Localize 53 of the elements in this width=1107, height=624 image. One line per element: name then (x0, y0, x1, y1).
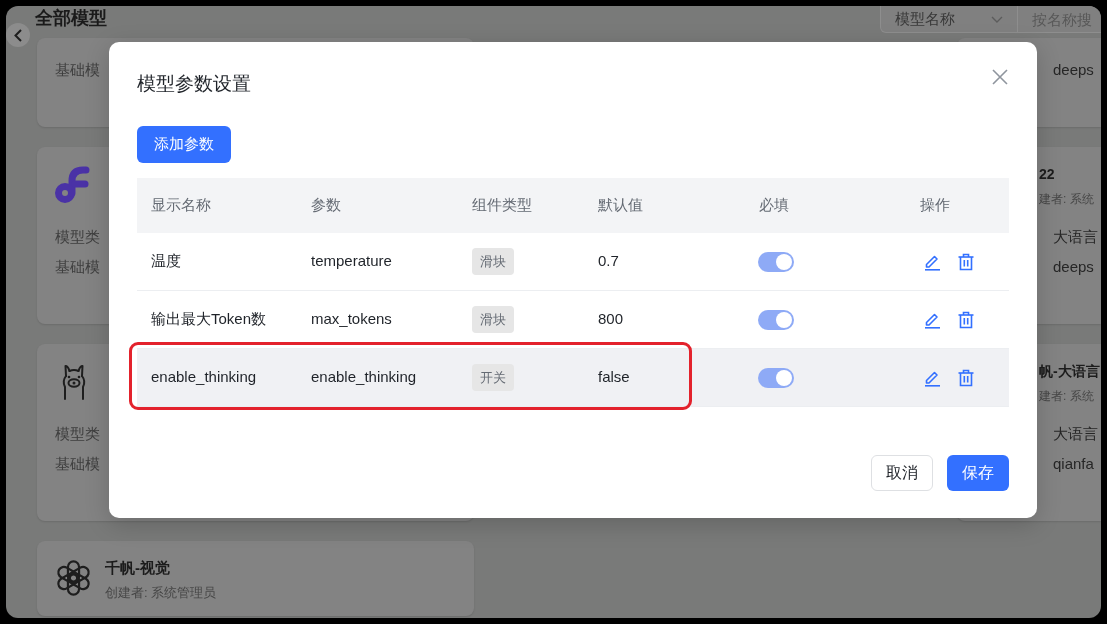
field-value: qianfa (1053, 454, 1094, 474)
delete-button[interactable] (957, 252, 975, 271)
field-label: 基础模 (55, 257, 100, 277)
field-value: deeps (1053, 60, 1094, 80)
loop-logo-icon (55, 164, 92, 204)
field-label: 基础模 (55, 60, 100, 80)
field-label: 模型类 (55, 424, 100, 444)
component-tag: 开关 (472, 364, 514, 391)
close-icon (992, 69, 1008, 85)
column-header: 显示名称 (151, 195, 211, 216)
field-value: deeps (1053, 257, 1094, 277)
table-cell-text: enable_thinking (151, 367, 257, 388)
field-value: 大语言 (1053, 227, 1098, 247)
field-value: 大语言 (1053, 424, 1098, 444)
table-cell-text: false (598, 367, 630, 388)
close-button[interactable] (992, 69, 1008, 85)
column-header: 必填 (759, 195, 789, 216)
table-cell-text: 800 (598, 309, 624, 330)
field-label: 基础模 (55, 454, 100, 474)
delete-button[interactable] (957, 368, 975, 387)
model-name: 22 (1039, 165, 1055, 184)
column-header: 参数 (311, 195, 341, 216)
add-parameter-button[interactable]: 添加参数 (137, 126, 231, 163)
toggle-switch[interactable] (758, 367, 794, 388)
delete-button[interactable] (957, 310, 975, 329)
chevron-down-icon (991, 15, 1003, 23)
back-button[interactable] (6, 23, 30, 47)
trash-icon (957, 368, 975, 387)
toggle-switch[interactable] (758, 251, 794, 272)
cancel-button[interactable]: 取消 (871, 455, 933, 491)
field-label: 模型类 (55, 227, 100, 247)
model-name: 千帆-视觉 (105, 558, 170, 578)
table-cell-text: 输出最大Token数 (151, 309, 267, 330)
column-header: 组件类型 (472, 195, 532, 216)
save-button[interactable]: 保存 (947, 455, 1009, 491)
component-tag: 滑块 (472, 248, 514, 275)
model-name: 帆-大语言 (1039, 362, 1100, 381)
table-cell-text: max_tokens (311, 309, 392, 330)
column-header: 默认值 (598, 195, 643, 216)
knot-logo-icon (55, 559, 92, 597)
model-name-select[interactable]: 模型名称 (880, 6, 1018, 33)
table-cell-text: enable_thinking (311, 367, 417, 388)
table-cell-text: temperature (311, 251, 392, 272)
column-header: 操作 (920, 195, 950, 216)
chevron-left-icon (14, 28, 22, 42)
component-tag: 滑块 (472, 306, 514, 333)
dialog-title: 模型参数设置 (137, 72, 251, 96)
trash-icon (957, 252, 975, 271)
toggle-switch[interactable] (758, 309, 794, 330)
table-cell-text: 温度 (151, 251, 181, 272)
table-cell-text: 0.7 (598, 251, 619, 272)
trash-icon (957, 310, 975, 329)
page-title: 全部模型 (34, 7, 107, 29)
